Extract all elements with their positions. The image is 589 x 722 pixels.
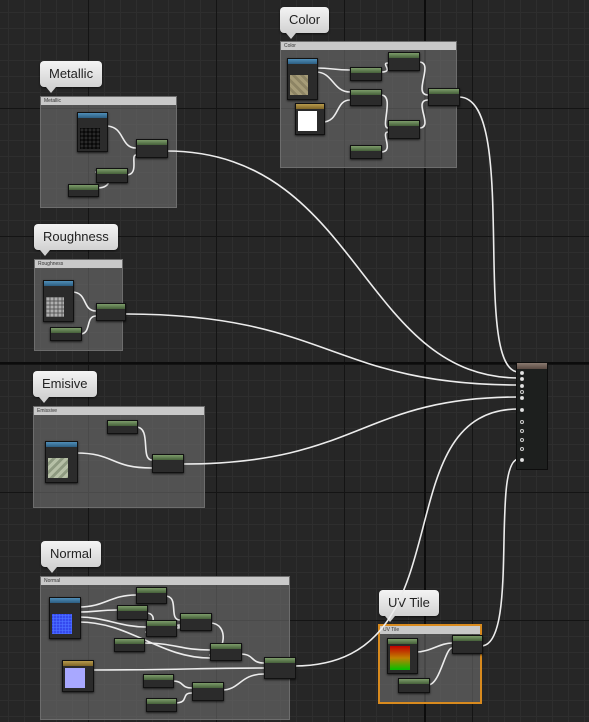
color-math-node-4[interactable] [388, 120, 420, 139]
normal-vector-param-node[interactable] [62, 660, 94, 692]
normal-texture-thumbnail [52, 614, 72, 634]
material-output-header [517, 363, 547, 369]
output-pin-specular[interactable] [520, 390, 524, 394]
uv-tile-texcoord-node[interactable] [387, 638, 418, 674]
material-output-node[interactable] [516, 362, 548, 470]
emisive-texture-thumbnail [48, 458, 68, 478]
emisive-constant-node[interactable] [107, 420, 138, 434]
emisive-math-node[interactable] [152, 454, 184, 473]
normal-texture-sample-node[interactable] [49, 597, 81, 639]
output-pin-normal[interactable] [520, 408, 524, 412]
output-pin-base-color[interactable] [520, 371, 524, 375]
normal-math-node-4[interactable] [180, 613, 212, 631]
output-pin-roughness[interactable] [520, 384, 524, 388]
roughness-constant-node[interactable] [50, 327, 82, 341]
metallic-constant-node[interactable] [68, 184, 99, 197]
metallic-texture-thumbnail [80, 128, 100, 149]
color-constant-node[interactable] [350, 145, 382, 159]
normal-math-node-5[interactable] [210, 643, 242, 661]
roughness-math-node[interactable] [96, 303, 126, 321]
normal-math-node-7[interactable] [192, 682, 224, 701]
color-vector-param-node[interactable] [295, 103, 325, 135]
output-pin-ao[interactable] [520, 438, 524, 442]
normal-swatch [65, 668, 85, 688]
normal-math-node-1[interactable] [136, 587, 167, 604]
output-pin-emissive[interactable] [520, 396, 524, 400]
metallic-texture-sample-node[interactable] [77, 112, 108, 152]
color-texture-thumbnail [290, 75, 308, 95]
color-math-node-3[interactable] [388, 52, 420, 71]
normal-constant-node-2[interactable] [143, 674, 174, 688]
color-math-node-2[interactable] [350, 89, 382, 106]
color-math-node-1[interactable] [350, 67, 382, 81]
roughness-texture-thumbnail [46, 297, 64, 317]
metallic-math-node-1[interactable] [136, 139, 168, 158]
normal-math-node-6[interactable] [264, 657, 296, 679]
color-swatch-white [298, 111, 317, 131]
normal-constant-node-1[interactable] [114, 638, 145, 652]
color-math-node-5[interactable] [428, 88, 460, 106]
color-texture-sample-node[interactable] [287, 58, 318, 100]
output-pin-metallic[interactable] [520, 377, 524, 381]
metallic-math-node-2[interactable] [96, 168, 128, 183]
roughness-texture-sample-node[interactable] [43, 280, 74, 322]
output-pin-uv[interactable] [520, 458, 524, 462]
uv-tile-constant-node[interactable] [398, 678, 430, 693]
output-pin-refraction[interactable] [520, 447, 524, 451]
uv-tile-math-node[interactable] [452, 635, 483, 654]
output-pin-world-offset[interactable] [520, 429, 524, 433]
normal-math-node-3[interactable] [146, 620, 177, 637]
normal-math-node-2[interactable] [117, 605, 148, 620]
output-pin-opacity[interactable] [520, 420, 524, 424]
uv-gradient-thumbnail [390, 646, 410, 670]
emisive-texture-sample-node[interactable] [45, 441, 78, 483]
normal-constant-node-3[interactable] [146, 698, 177, 712]
